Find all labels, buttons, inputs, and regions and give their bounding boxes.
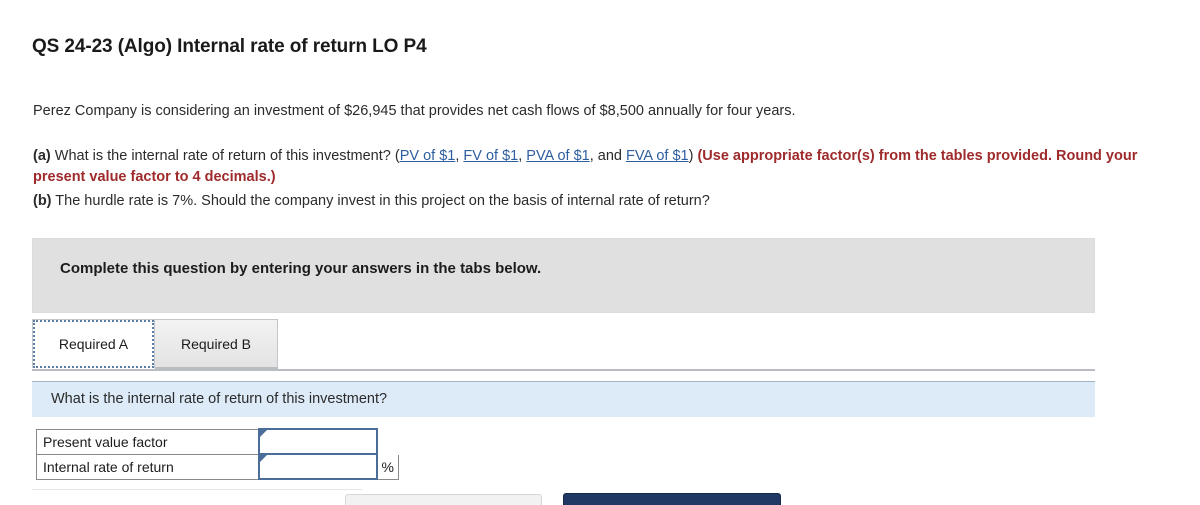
page-title: QS 24-23 (Algo) Internal rate of return … bbox=[32, 36, 427, 57]
link-pv-of-1[interactable]: PV of $1 bbox=[400, 148, 456, 164]
tab-required-a[interactable]: Required A bbox=[32, 319, 155, 369]
tab-required-b[interactable]: Required B bbox=[154, 319, 278, 369]
row-label-internal-rate-of-return: Internal rate of return bbox=[36, 453, 259, 480]
prev-button[interactable] bbox=[345, 494, 542, 505]
part-b-marker: (b) bbox=[33, 193, 52, 209]
question-part-a: (a) What is the internal rate of return … bbox=[33, 146, 1193, 188]
instruction-panel: Complete this question by entering your … bbox=[32, 238, 1095, 313]
present-value-factor-input[interactable] bbox=[259, 430, 376, 453]
unit-cell-percent: % bbox=[376, 453, 399, 480]
question-part-b: (b) The hurdle rate is 7%. Should the co… bbox=[33, 191, 710, 211]
part-a-text: What is the internal rate of return of t… bbox=[54, 148, 391, 164]
part-a-marker: (a) bbox=[33, 148, 51, 164]
problem-statement: Perez Company is considering an investme… bbox=[33, 103, 796, 119]
link-sep-3: , and bbox=[589, 148, 626, 164]
dropdown-triangle-icon bbox=[259, 430, 267, 437]
part-b-text: The hurdle rate is 7%. Should the compan… bbox=[55, 193, 710, 209]
unit-cell-empty bbox=[376, 428, 399, 455]
dropdown-triangle-icon bbox=[259, 455, 267, 462]
link-fva-of-1[interactable]: FVA of $1 bbox=[626, 148, 689, 164]
input-cell-internal-rate-of-return[interactable] bbox=[257, 453, 378, 480]
answer-banner: What is the internal rate of return of t… bbox=[32, 381, 1095, 417]
internal-rate-of-return-input[interactable] bbox=[259, 455, 376, 478]
answer-table: Present value factor Internal rate of re… bbox=[36, 428, 399, 480]
link-pva-of-1[interactable]: PVA of $1 bbox=[526, 148, 589, 164]
row-label-present-value-factor: Present value factor bbox=[36, 428, 259, 455]
next-button[interactable] bbox=[563, 493, 781, 505]
tab-required-b-label: Required B bbox=[180, 335, 252, 352]
table-row: Internal rate of return % bbox=[36, 453, 399, 480]
table-row: Present value factor bbox=[36, 428, 399, 455]
tab-strip: Required A Required B bbox=[32, 319, 1095, 371]
divider-line bbox=[32, 489, 362, 490]
paren-close: ) bbox=[688, 148, 694, 164]
answer-banner-text: What is the internal rate of return of t… bbox=[51, 391, 388, 407]
instruction-panel-text: Complete this question by entering your … bbox=[60, 260, 542, 277]
tab-required-a-label: Required A bbox=[58, 335, 129, 352]
link-fv-of-1[interactable]: FV of $1 bbox=[463, 148, 518, 164]
question-page: QS 24-23 (Algo) Internal rate of return … bbox=[0, 0, 1200, 505]
input-cell-present-value-factor[interactable] bbox=[257, 428, 378, 455]
